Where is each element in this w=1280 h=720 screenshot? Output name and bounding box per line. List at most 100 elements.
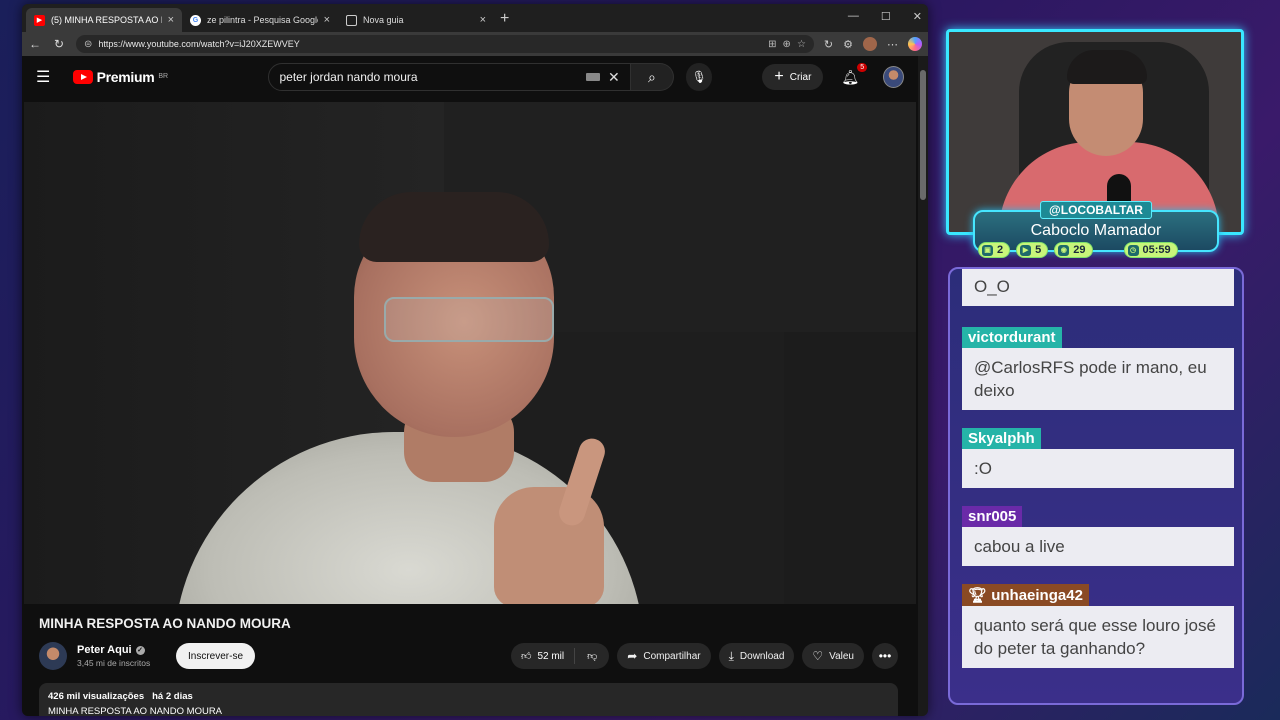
channel-name[interactable]: Peter Aqui ✓ [77, 644, 171, 656]
like-button[interactable]: 👍︎ 52 mil [511, 648, 576, 664]
more-actions-button[interactable]: ••• [872, 643, 898, 669]
reload-icon[interactable]: ↻ [52, 37, 66, 51]
close-window-icon[interactable]: ✕ [913, 10, 922, 23]
chat-panel: O_O victordurant @CarlosRFS pode ir mano… [948, 267, 1244, 705]
clock-icon: ◷ [1127, 244, 1139, 256]
stat-value: 05:59 [1142, 244, 1171, 256]
menu-icon[interactable]: ☰ [36, 67, 59, 87]
more-dots-icon: ••• [878, 649, 892, 663]
maximize-icon[interactable]: ☐ [881, 10, 891, 23]
close-tab-icon[interactable]: × [324, 14, 330, 26]
google-icon: G [190, 14, 201, 26]
stat-value: 29 [1073, 244, 1086, 256]
description-box[interactable]: 426 mil visualizações há 2 dias MINHA RES… [39, 683, 898, 716]
search-input[interactable]: peter jordan nando moura ✕ [268, 63, 631, 91]
scrollbar-thumb[interactable] [920, 70, 926, 200]
keyboard-icon[interactable] [586, 73, 601, 81]
app-icon[interactable]: ⊞ [768, 39, 776, 50]
url-field[interactable]: ⊜ https://www.youtube.com/watch?v=iJ20XZ… [76, 35, 814, 53]
tab-youtube[interactable]: ▶ (5) MINHA RESPOSTA AO NANDO × [26, 8, 182, 32]
kick-icon: ◉ [1058, 244, 1070, 256]
search-query: peter jordan nando moura [279, 70, 418, 84]
channel-name-text: Peter Aqui [77, 644, 132, 656]
tab-strip: ▶ (5) MINHA RESPOSTA AO NANDO × G ze pil… [22, 4, 928, 32]
mic-icon: 🎙︎ [691, 70, 707, 84]
url-text: https://www.youtube.com/watch?v=iJ20XZEW… [98, 39, 300, 49]
bell-icon: 🔔︎ [841, 68, 860, 85]
refresh-extension-icon[interactable]: ↻ [824, 38, 833, 51]
share-label: Compartilhar [643, 650, 701, 662]
dislike-button[interactable]: 👎︎ [575, 650, 609, 662]
create-label: Criar [789, 71, 812, 83]
share-button[interactable]: ➦ Compartilhar [617, 643, 711, 669]
chat-text: O_O [962, 269, 1234, 306]
voice-search-button[interactable]: 🎙︎ [686, 63, 713, 91]
chat-text: :O [962, 449, 1234, 488]
page-scrollbar[interactable] [918, 56, 928, 716]
browser-window: ▶ (5) MINHA RESPOSTA AO NANDO × G ze pil… [22, 4, 928, 716]
thanks-label: Valeu [829, 650, 854, 662]
youtube-viewers: ▶ 5 [1016, 242, 1049, 258]
share-icon: ➦ [627, 649, 638, 663]
close-tab-icon[interactable]: × [168, 14, 174, 26]
heart-dollar-icon: ♡ [812, 649, 824, 663]
chat-text: quanto será que esse louro josé do peter… [962, 606, 1234, 668]
chat-message: 🏆︎ unhaeinga42 quanto será que esse lour… [962, 584, 1234, 668]
plus-icon: + [774, 68, 784, 85]
minimize-icon[interactable]: — [848, 10, 859, 23]
tab-new[interactable]: Nova guia × [338, 8, 494, 32]
back-icon[interactable]: ← [28, 37, 42, 51]
site-info-icon[interactable]: ⊜ [84, 39, 92, 50]
download-icon: ⤓ [728, 648, 734, 663]
chat-username: 🏆︎ unhaeinga42 [962, 584, 1089, 606]
newtab-icon [346, 14, 357, 26]
youtube-page: ☰ Premium BR peter jordan nando moura ✕ … [22, 56, 918, 716]
download-label: Download [739, 650, 785, 662]
video-title: MINHA RESPOSTA AO NANDO MOURA [39, 616, 291, 631]
subscribe-button[interactable]: Inscrever-se [176, 643, 256, 669]
description-text: MINHA RESPOSTA AO NANDO MOURA [48, 706, 223, 716]
window-controls: — ☐ ✕ [848, 10, 922, 23]
logo-text: Premium [96, 69, 155, 85]
view-count: 426 mil visualizações [48, 691, 145, 702]
copilot-icon[interactable] [908, 37, 922, 51]
view-stats: 426 mil visualizações há 2 dias [48, 691, 889, 702]
notification-badge: 5 [857, 62, 868, 72]
stream-stats: ▣ 2 ▶ 5 ◉ 29 ◷ 05:59 [978, 242, 1178, 258]
stat-value: 2 [997, 244, 1004, 256]
video-meta: MINHA RESPOSTA AO NANDO MOURA Peter Aqui… [22, 604, 918, 716]
chat-username-text: unhaeinga42 [991, 587, 1083, 604]
upload-age: há 2 dias [152, 691, 193, 702]
chat-username: victordurant [962, 327, 1062, 348]
clear-search-icon[interactable]: ✕ [608, 69, 620, 86]
twitch-icon: ▣ [982, 244, 993, 256]
youtube-logo[interactable]: Premium BR [72, 69, 231, 85]
notifications-button[interactable]: 🔔︎ 5 [841, 62, 868, 86]
channel-avatar[interactable] [39, 642, 67, 670]
verified-icon: ✓ [135, 645, 145, 655]
extension-icon[interactable]: ⚙ [843, 38, 853, 51]
channel-row: Peter Aqui ✓ 3,45 mi de inscritos Inscre… [39, 641, 918, 671]
address-bar: ← ↻ ⊜ https://www.youtube.com/watch?v=iJ… [22, 32, 928, 56]
like-dislike-group: 👍︎ 52 mil 👎︎ [510, 643, 610, 669]
tab-google[interactable]: G ze pilintra - Pesquisa Google × [182, 8, 338, 32]
zoom-icon[interactable]: ⊕ [783, 39, 791, 50]
favorite-star-icon[interactable]: ☆ [797, 39, 806, 50]
account-avatar[interactable] [883, 66, 904, 88]
chat-message: Skyalphh :O [962, 428, 1234, 488]
youtube-icon: ▶ [34, 14, 45, 26]
thanks-button[interactable]: ♡ Valeu [802, 643, 864, 669]
create-button[interactable]: + Criar [762, 64, 824, 90]
chat-text: cabou a live [962, 527, 1234, 566]
close-tab-icon[interactable]: × [480, 14, 486, 26]
profile-avatar[interactable] [863, 37, 877, 51]
menu-dots-icon[interactable]: ⋯ [887, 38, 898, 51]
video-player[interactable] [24, 102, 916, 604]
streamer-name: Caboclo Mamador [1030, 222, 1162, 239]
chat-username: Skyalphh [962, 428, 1041, 449]
download-button[interactable]: ⤓ Download [718, 643, 795, 669]
search-button[interactable]: ⌕ [630, 63, 675, 91]
stat-value: 5 [1035, 244, 1042, 256]
logo-region: BR [158, 73, 169, 80]
new-tab-button[interactable]: + [500, 10, 509, 28]
